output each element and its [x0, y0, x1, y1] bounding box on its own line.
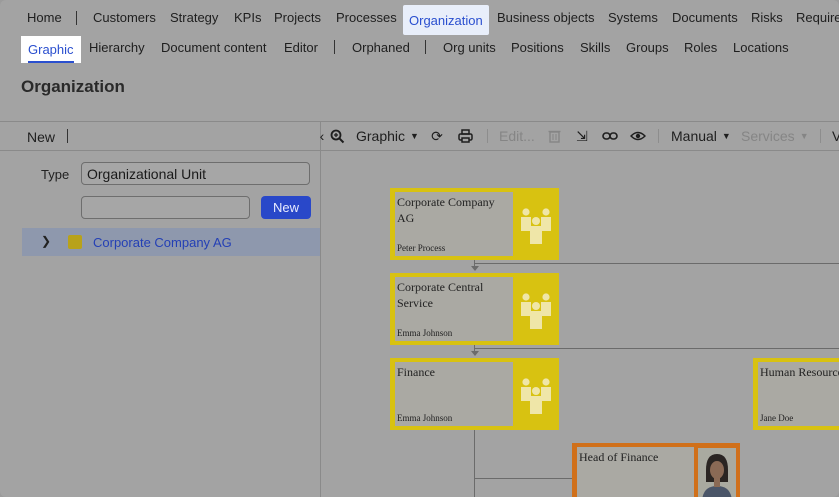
search-input[interactable] [81, 196, 250, 219]
tab-org-units[interactable]: Org units [443, 35, 496, 60]
group-icon [521, 293, 551, 329]
connector [474, 348, 839, 349]
caret-down-icon: ▼ [410, 131, 419, 141]
nav-requirements[interactable]: Require [796, 0, 839, 35]
divider [0, 121, 839, 122]
node-name: Head of Finance [579, 450, 659, 464]
node-body: Corporate Company AG Peter Process [395, 192, 513, 256]
type-select[interactable]: Organizational Unit [81, 162, 310, 185]
tab-positions[interactable]: Positions [511, 35, 564, 60]
panel-splitter[interactable] [320, 121, 321, 497]
node-name: Finance [397, 365, 435, 379]
tab-divider [425, 40, 426, 54]
node-body: Human Resource Jane Doe [758, 362, 839, 426]
trash-icon[interactable] [545, 127, 563, 145]
node-person: Emma Johnson [397, 413, 453, 423]
nav-processes[interactable]: Processes [336, 0, 397, 35]
tab-editor[interactable]: Editor [284, 35, 318, 60]
new-link[interactable]: New [27, 129, 55, 145]
more-toolbar[interactable]: V [832, 127, 839, 145]
toolbar-divider [658, 129, 659, 143]
services-label: Services [741, 128, 795, 144]
view-dropdown[interactable]: Graphic ▼ [356, 127, 419, 145]
tab-divider [334, 40, 335, 54]
caret-down-icon: ▼ [799, 131, 809, 141]
node-body: Corporate Central Service Emma Johnson [395, 277, 513, 341]
nav-home[interactable]: Home [27, 0, 62, 35]
zoom-in-icon[interactable] [328, 127, 346, 145]
toolbar-divider [487, 129, 488, 143]
nav-divider [76, 11, 77, 25]
node-body: Finance Emma Johnson [395, 362, 513, 426]
services-dropdown[interactable]: Services ▼ [741, 127, 809, 145]
tab-document-content[interactable]: Document content [161, 35, 267, 60]
group-icon [521, 378, 551, 414]
position-node[interactable]: Head of Finance [572, 443, 740, 497]
layout-dropdown[interactable]: Manual ▼ [671, 127, 731, 145]
export-icon[interactable]: ⇲ [573, 127, 591, 145]
tab-orphaned[interactable]: Orphaned [352, 35, 410, 60]
nav-business-objects[interactable]: Business objects [497, 0, 595, 35]
tab-roles[interactable]: Roles [684, 35, 717, 60]
nav-projects[interactable]: Projects [274, 0, 321, 35]
chevron-right-icon[interactable]: ❯ [41, 234, 51, 248]
nav-risks[interactable]: Risks [751, 0, 783, 35]
arrow-down-icon [471, 351, 479, 356]
nav-systems[interactable]: Systems [608, 0, 658, 35]
nav-documents[interactable]: Documents [672, 0, 738, 35]
divider [67, 129, 68, 143]
tab-groups[interactable]: Groups [626, 35, 669, 60]
nav-customers[interactable]: Customers [93, 0, 156, 35]
arrow-down-icon [471, 266, 479, 271]
node-person: Jane Doe [760, 413, 794, 423]
connector [474, 429, 475, 497]
group-icon [521, 208, 551, 244]
node-name: Human Resource [760, 365, 839, 379]
secondary-nav: Graphic Hierarchy Document content Edito… [0, 35, 839, 63]
node-body: Head of Finance [577, 447, 694, 497]
connector [474, 263, 839, 264]
eye-icon[interactable] [629, 127, 647, 145]
node-name: Corporate Company AG [397, 195, 495, 225]
nav-strategy[interactable]: Strategy [170, 0, 218, 35]
divider [0, 150, 839, 151]
connector [474, 478, 572, 479]
toolbar-divider [820, 129, 821, 143]
edit-button[interactable]: Edit... [499, 127, 535, 145]
caret-down-icon: ▼ [721, 131, 731, 141]
layout-label: Manual [671, 128, 717, 144]
app-window: Home Customers Strategy KPIs Projects Pr… [0, 0, 839, 497]
tab-graphic[interactable]: Graphic [21, 36, 81, 63]
org-unit-node[interactable]: Human Resource Jane Doe [753, 358, 839, 430]
print-icon[interactable] [456, 127, 474, 145]
page-title: Organization [21, 77, 125, 96]
view-label: Graphic [356, 128, 406, 144]
node-person: Emma Johnson [397, 328, 453, 338]
org-unit-icon [68, 235, 82, 249]
tab-skills[interactable]: Skills [580, 35, 610, 60]
avatar [698, 448, 736, 497]
tab-locations[interactable]: Locations [733, 35, 789, 60]
nav-organization[interactable]: Organization [403, 5, 489, 35]
org-unit-node[interactable]: Corporate Central Service Emma Johnson [390, 273, 559, 345]
nav-kpis[interactable]: KPIs [234, 0, 261, 35]
person-photo-icon [702, 454, 732, 497]
primary-nav: Home Customers Strategy KPIs Projects Pr… [0, 0, 839, 35]
refresh-icon[interactable]: ⟳ [428, 127, 446, 145]
type-label: Type [41, 167, 70, 182]
org-unit-node[interactable]: Corporate Company AG Peter Process [390, 188, 559, 260]
link-icon[interactable] [601, 127, 619, 145]
node-name: Corporate Central Service [397, 280, 484, 310]
org-unit-node[interactable]: Finance Emma Johnson [390, 358, 559, 430]
tab-hierarchy[interactable]: Hierarchy [89, 35, 145, 60]
tree-item-label[interactable]: Corporate Company AG [93, 235, 232, 250]
new-button[interactable]: New [261, 196, 311, 219]
node-person: Peter Process [397, 243, 446, 253]
